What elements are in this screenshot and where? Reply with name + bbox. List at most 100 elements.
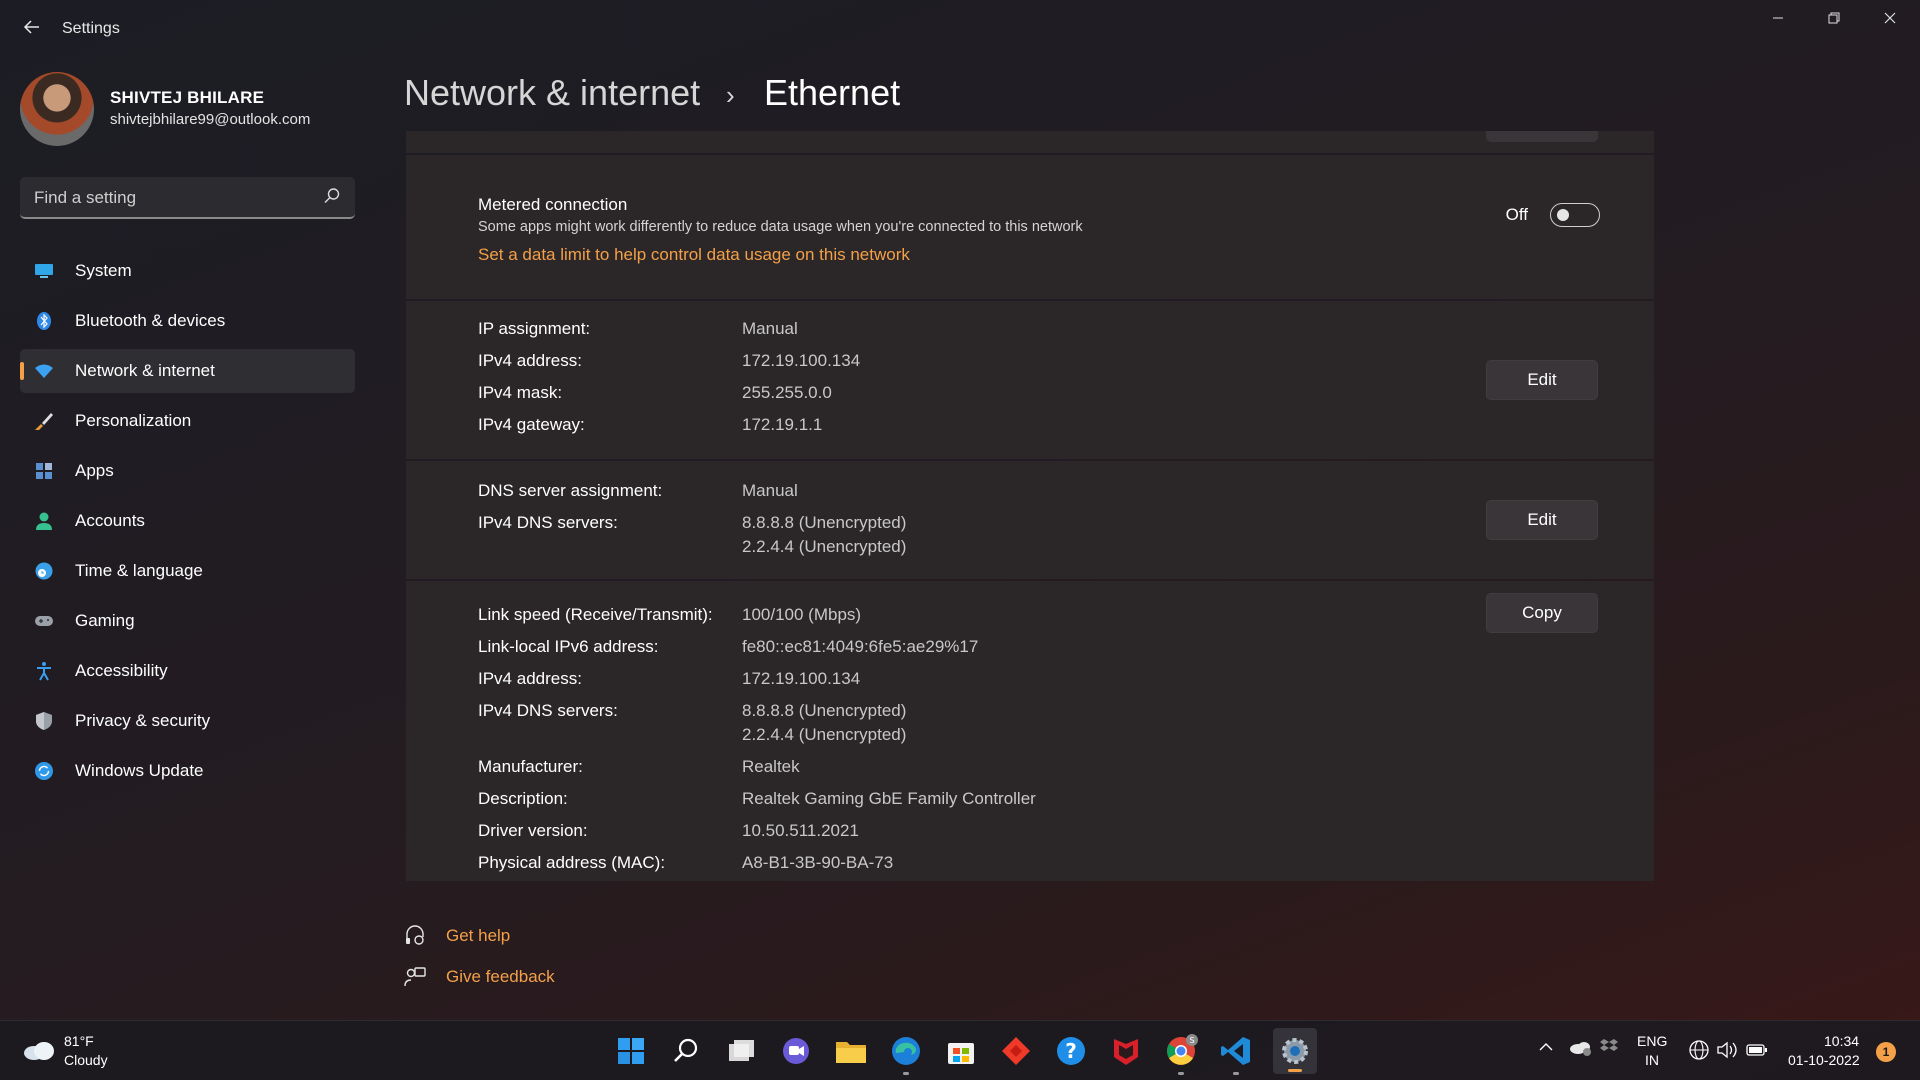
- back-button[interactable]: [18, 16, 46, 44]
- get-help-icon: [406, 925, 424, 945]
- vscode-button[interactable]: [1218, 1033, 1254, 1075]
- adapter-properties-card: Link speed (Receive/Transmit): 100/100 (…: [406, 581, 1654, 881]
- sidebar-item-label: System: [75, 261, 132, 280]
- mcafee-button[interactable]: [1108, 1033, 1144, 1069]
- page-title: Ethernet: [764, 72, 901, 113]
- ip-settings-card: IP assignment: Manual IPv4 address: 172.…: [406, 301, 1654, 459]
- restore-button[interactable]: [1806, 0, 1862, 40]
- property-value: 172.19.100.134: [742, 669, 861, 688]
- ip-edit-button[interactable]: Edit: [1486, 360, 1598, 400]
- minimize-button[interactable]: [1750, 0, 1806, 40]
- taskbar-search-button[interactable]: [668, 1033, 704, 1069]
- sidebar-item-label: Bluetooth & devices: [75, 311, 226, 330]
- running-indicator: [1178, 1072, 1184, 1075]
- scrolled-button[interactable]: [1486, 131, 1598, 142]
- sidebar-item-apps[interactable]: Apps: [20, 449, 355, 493]
- avatar[interactable]: [20, 72, 94, 146]
- input-language-line1[interactable]: ENG: [1637, 1033, 1667, 1049]
- network-tray-button[interactable]: [1688, 1039, 1710, 1064]
- dns-row-value: Manual: [742, 481, 798, 500]
- breadcrumb-parent[interactable]: Network & internet: [404, 72, 700, 114]
- active-indicator: [1288, 1069, 1302, 1072]
- sidebar-item-system[interactable]: System: [20, 249, 355, 293]
- weather-condition[interactable]: Cloudy: [64, 1052, 108, 1068]
- search-input[interactable]: Find a setting: [20, 177, 355, 219]
- breadcrumb-separator: ›: [726, 80, 735, 110]
- sidebar-item-bluetooth[interactable]: Bluetooth & devices: [20, 299, 355, 343]
- input-language-line2[interactable]: IN: [1645, 1052, 1659, 1068]
- sidebar-nav: System Bluetooth & devices Network & int…: [20, 249, 355, 799]
- store-button[interactable]: [943, 1033, 979, 1069]
- weather-temperature[interactable]: 81°F: [64, 1033, 94, 1049]
- sidebar-item-label: Time & language: [75, 561, 203, 580]
- copy-button[interactable]: Copy: [1486, 593, 1598, 633]
- ip-row-value: Manual: [742, 319, 798, 338]
- clock-date[interactable]: 01-10-2022: [1788, 1052, 1860, 1068]
- ip-row-key: IPv4 address:: [478, 351, 582, 370]
- close-button[interactable]: [1862, 0, 1918, 40]
- get-help-link[interactable]: Get help: [446, 926, 510, 946]
- anydesk-button[interactable]: [998, 1033, 1034, 1069]
- volume-tray-button[interactable]: [1716, 1039, 1740, 1064]
- onedrive-icon: [1570, 1042, 1591, 1056]
- sidebar-item-accounts[interactable]: Accounts: [20, 499, 355, 543]
- search-icon[interactable]: [323, 187, 341, 205]
- accessibility-icon: [37, 662, 51, 681]
- metered-toggle[interactable]: [1550, 203, 1600, 227]
- edge-icon: [892, 1037, 920, 1065]
- property-value: 8.8.8.8 (Unencrypted): [742, 701, 907, 720]
- give-feedback-link[interactable]: Give feedback: [446, 967, 555, 987]
- property-value: Realtek: [742, 757, 800, 776]
- chat-button[interactable]: [778, 1033, 814, 1069]
- sidebar-item-gaming[interactable]: Gaming: [20, 599, 355, 643]
- globe-network-icon: [1689, 1040, 1709, 1060]
- dns-settings-card: DNS server assignment: Manual IPv4 DNS s…: [406, 461, 1654, 579]
- tray-overflow-button[interactable]: [1538, 1037, 1554, 1060]
- shield-icon: [36, 712, 52, 730]
- dns-edit-button[interactable]: Edit: [1486, 500, 1598, 540]
- sidebar-item-label: Gaming: [75, 611, 135, 630]
- dropbox-tray-button[interactable]: [1600, 1037, 1618, 1060]
- property-key: Description:: [478, 789, 568, 808]
- title-bar: Settings: [0, 0, 1920, 60]
- user-email: shivtejbhilare99@outlook.com: [110, 111, 311, 128]
- edge-button[interactable]: [888, 1033, 924, 1075]
- notification-badge[interactable]: 1: [1876, 1042, 1896, 1062]
- person-icon: [36, 512, 52, 530]
- back-arrow-icon: [23, 20, 39, 34]
- ip-row-value: 172.19.100.134: [742, 351, 861, 370]
- clock-time[interactable]: 10:34: [1824, 1033, 1859, 1049]
- file-explorer-button[interactable]: [833, 1033, 869, 1069]
- help-icon: ?: [1057, 1037, 1085, 1065]
- sidebar-item-accessibility[interactable]: Accessibility: [20, 649, 355, 693]
- brush-icon: [35, 413, 53, 430]
- settings-app-button[interactable]: [1273, 1028, 1317, 1074]
- sidebar-item-privacy[interactable]: Privacy & security: [20, 699, 355, 743]
- onedrive-tray-button[interactable]: [1568, 1037, 1592, 1060]
- start-icon: [618, 1038, 644, 1064]
- sidebar-item-label: Apps: [75, 461, 114, 480]
- store-icon: [948, 1043, 974, 1064]
- sidebar-item-windows-update[interactable]: Windows Update: [20, 749, 355, 793]
- ethernet-settings-panel: Metered connection Some apps might work …: [406, 131, 1654, 881]
- ip-row-value: 172.19.1.1: [742, 415, 823, 434]
- running-indicator: [1233, 1072, 1239, 1075]
- property-key: Manufacturer:: [478, 757, 583, 776]
- minimize-icon: [1773, 17, 1783, 19]
- task-view-button[interactable]: [723, 1033, 759, 1069]
- data-limit-link[interactable]: Set a data limit to help control data us…: [478, 245, 910, 265]
- sidebar-item-personalization[interactable]: Personalization: [20, 399, 355, 443]
- start-button[interactable]: [613, 1033, 649, 1069]
- sidebar-item-time-language[interactable]: Time & language: [20, 549, 355, 593]
- property-key: Driver version:: [478, 821, 588, 840]
- toggle-knob: [1557, 209, 1569, 221]
- feedback-icon: [404, 967, 426, 987]
- mcafee-icon: [1114, 1039, 1138, 1065]
- sidebar-item-network[interactable]: Network & internet: [20, 349, 355, 393]
- property-value: A8-B1-3B-90-BA-73: [742, 853, 894, 872]
- cloud-icon[interactable]: [22, 1039, 56, 1061]
- battery-tray-button[interactable]: [1746, 1039, 1768, 1064]
- apps-icon: [36, 463, 52, 479]
- chrome-button[interactable]: S: [1163, 1033, 1199, 1075]
- get-help-app-button[interactable]: ?: [1053, 1033, 1089, 1069]
